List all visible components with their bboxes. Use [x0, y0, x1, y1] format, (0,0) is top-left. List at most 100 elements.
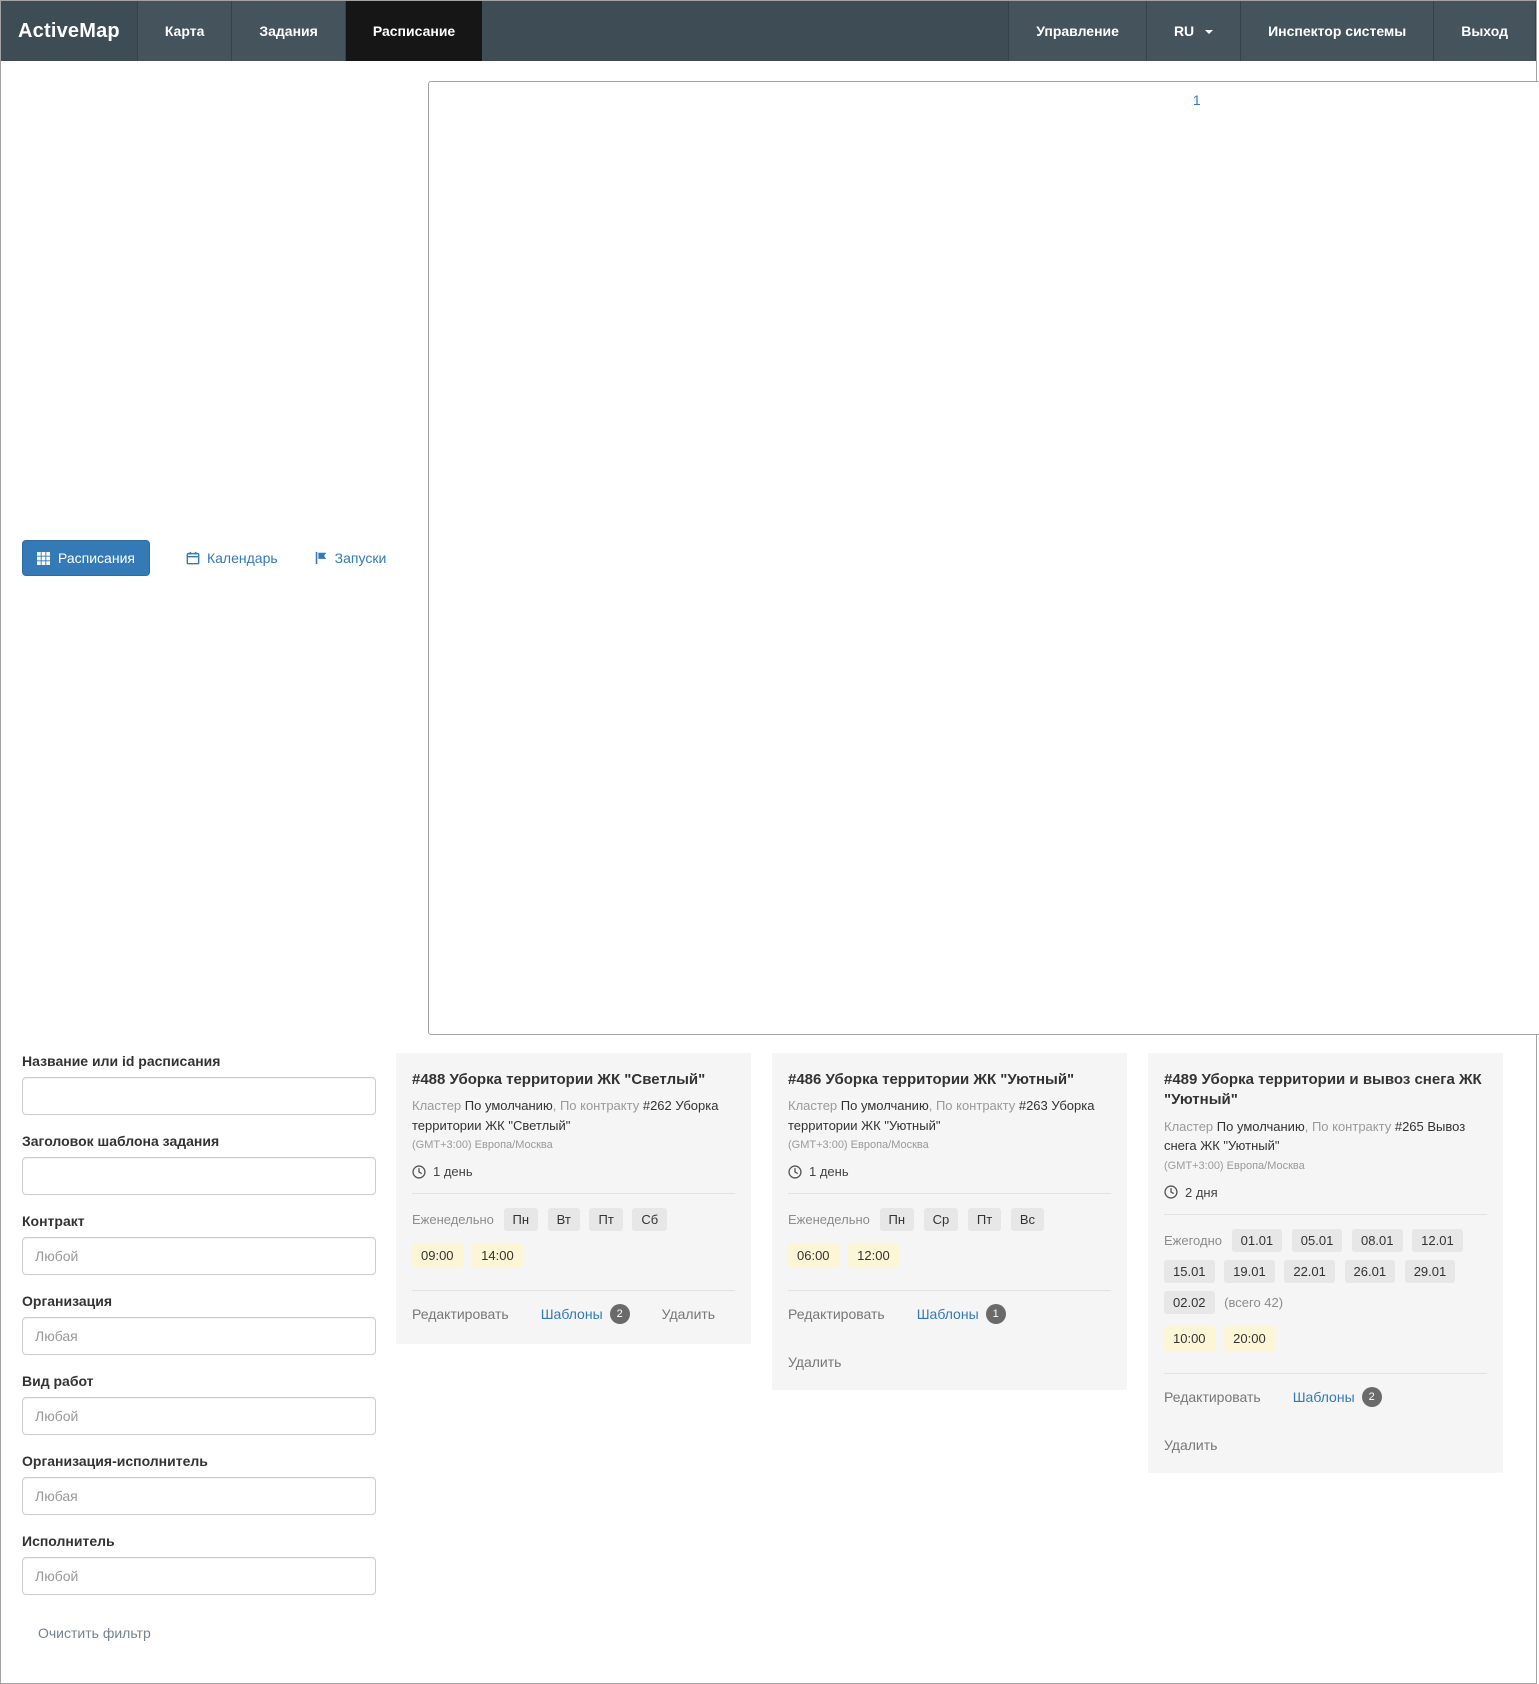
duration-text: 2 дня — [1185, 1185, 1218, 1200]
schedule-card-486: #486 Уборка территории ЖК "Уютный" Класт… — [772, 1053, 1127, 1390]
clock-icon — [788, 1165, 802, 1179]
filter-input-work-type[interactable] — [22, 1397, 376, 1435]
meta-separator: , — [929, 1098, 936, 1113]
timezone: (GMT+3:00) Европа/Москва — [1164, 1160, 1487, 1172]
cards-area: #488 Уборка территории ЖК "Светлый" Клас… — [396, 1053, 1503, 1473]
templates-link[interactable]: Шаблоны 2 — [1293, 1387, 1382, 1407]
filter-input-organization[interactable] — [22, 1317, 376, 1355]
language-menu[interactable]: RU — [1146, 1, 1240, 61]
clock-icon — [412, 1165, 426, 1179]
templates-label: Шаблоны — [541, 1306, 603, 1322]
day-badge: Пт — [589, 1208, 622, 1231]
clock-icon — [1164, 1185, 1178, 1199]
card-actions: Редактировать Шаблоны 1 Удалить — [788, 1304, 1111, 1370]
nav-item-logout[interactable]: Выход — [1433, 1, 1536, 61]
cluster-value: По умолчанию — [465, 1098, 553, 1113]
tab-runs[interactable]: Запуски — [314, 550, 387, 566]
cluster-value: По умолчанию — [1217, 1119, 1305, 1134]
edit-link[interactable]: Редактировать — [412, 1306, 509, 1322]
filter-field-organization: Организация — [22, 1293, 376, 1355]
time-badge: 12:00 — [848, 1243, 899, 1268]
day-badge: Пн — [504, 1208, 539, 1231]
filter-input-contract[interactable] — [22, 1237, 376, 1275]
schedule-times: 10:00 20:00 — [1164, 1326, 1487, 1359]
main-nav: Карта Задания Расписание — [137, 1, 482, 61]
filter-input-template-title[interactable] — [22, 1157, 376, 1195]
divider — [788, 1290, 1111, 1291]
schedule-days: Еженедельно Пн Вт Пт Сб — [412, 1207, 735, 1239]
card-id: #489 — [1164, 1071, 1197, 1088]
caret-down-icon — [1205, 30, 1213, 34]
filter-input-contractor-organization[interactable] — [22, 1477, 376, 1515]
date-badge: 19.01 — [1224, 1260, 1275, 1283]
pagination-page-1[interactable]: 1 — [428, 81, 1539, 1035]
tab-runs-label: Запуски — [335, 550, 387, 566]
nav-item-map[interactable]: Карта — [137, 1, 232, 61]
timezone: (GMT+3:00) Европа/Москва — [788, 1139, 1111, 1151]
time-badge: 14:00 — [472, 1243, 523, 1268]
filter-label-template-title: Заголовок шаблона задания — [22, 1133, 376, 1149]
card-title-text: Уборка территории ЖК "Светлый" — [450, 1071, 706, 1088]
tab-calendar[interactable]: Календарь — [186, 550, 278, 566]
nav-item-system-inspector[interactable]: Инспектор системы — [1240, 1, 1433, 61]
card-actions: Редактировать Шаблоны 2 Удалить — [412, 1304, 735, 1324]
nav-item-tasks[interactable]: Задания — [231, 1, 344, 61]
clear-filter-link[interactable]: Очистить фильтр — [38, 1625, 151, 1641]
templates-link[interactable]: Шаблоны 2 — [541, 1304, 630, 1324]
delete-link[interactable]: Удалить — [788, 1354, 841, 1370]
card-meta: Кластер По умолчанию, По контракту #265 … — [1164, 1117, 1487, 1156]
meta-separator: , — [553, 1098, 560, 1113]
divider — [1164, 1373, 1487, 1374]
filter-input-schedule-name[interactable] — [22, 1077, 376, 1115]
filter-field-template-title: Заголовок шаблона задания — [22, 1133, 376, 1195]
date-badge: 26.01 — [1345, 1260, 1396, 1283]
dates-total-note: (всего 42) — [1224, 1295, 1283, 1310]
date-badge: 02.02 — [1164, 1291, 1215, 1314]
user-nav: Управление RU Инспектор системы Выход — [1008, 1, 1536, 61]
templates-link[interactable]: Шаблоны 1 — [917, 1304, 1006, 1324]
view-toolbar: Расписания Календарь Запуски 1 2 3 Найде… — [1, 61, 1536, 1053]
date-badge: 12.01 — [1412, 1229, 1463, 1252]
card-title: #486 Уборка территории ЖК "Уютный" — [788, 1070, 1111, 1090]
divider — [788, 1193, 1111, 1194]
cluster-label: Кластер — [412, 1098, 461, 1113]
schedule-type-label: Ежегодно — [1164, 1233, 1222, 1248]
nav-item-schedule[interactable]: Расписание — [345, 1, 482, 61]
schedule-card-488: #488 Уборка территории ЖК "Светлый" Клас… — [396, 1053, 751, 1344]
cluster-label: Кластер — [788, 1098, 837, 1113]
delete-link[interactable]: Удалить — [1164, 1437, 1217, 1453]
card-meta: Кластер По умолчанию, По контракту #262 … — [412, 1096, 735, 1135]
page: ActiveMap Карта Задания Расписание Управ… — [0, 0, 1537, 1684]
contract-label: По контракту — [936, 1098, 1015, 1113]
card-title: #488 Уборка территории ЖК "Светлый" — [412, 1070, 735, 1090]
filter-field-executor: Исполнитель — [22, 1533, 376, 1595]
edit-link[interactable]: Редактировать — [1164, 1389, 1261, 1405]
edit-link[interactable]: Редактировать — [788, 1306, 885, 1322]
day-badge: Ср — [924, 1208, 959, 1231]
tab-schedules[interactable]: Расписания — [22, 540, 150, 576]
duration: 1 день — [412, 1164, 735, 1179]
card-title-text: Уборка территории и вывоз снега ЖК "Уютн… — [1164, 1071, 1482, 1108]
schedule-times: 06:00 12:00 — [788, 1243, 1111, 1276]
date-badge: 05.01 — [1292, 1229, 1343, 1252]
tab-calendar-label: Календарь — [207, 550, 278, 566]
duration-text: 1 день — [809, 1164, 849, 1179]
content: Название или id расписания Заголовок шаб… — [1, 1053, 1536, 1683]
filter-field-contract: Контракт — [22, 1213, 376, 1275]
grid-icon — [37, 552, 50, 565]
schedule-type-label: Еженедельно — [788, 1212, 870, 1227]
day-badge: Сб — [632, 1208, 667, 1231]
date-badge: 22.01 — [1284, 1260, 1335, 1283]
filter-input-executor[interactable] — [22, 1557, 376, 1595]
nav-item-management[interactable]: Управление — [1008, 1, 1146, 61]
divider — [412, 1290, 735, 1291]
contract-label: По контракту — [560, 1098, 639, 1113]
filter-label-contractor-organization: Организация-исполнитель — [22, 1453, 376, 1469]
date-badge: 29.01 — [1405, 1260, 1456, 1283]
delete-link[interactable]: Удалить — [662, 1306, 715, 1322]
time-badge: 09:00 — [412, 1243, 463, 1268]
duration: 2 дня — [1164, 1185, 1487, 1200]
filter-label-organization: Организация — [22, 1293, 376, 1309]
date-badge: 01.01 — [1232, 1229, 1283, 1252]
card-meta: Кластер По умолчанию, По контракту #263 … — [788, 1096, 1111, 1135]
